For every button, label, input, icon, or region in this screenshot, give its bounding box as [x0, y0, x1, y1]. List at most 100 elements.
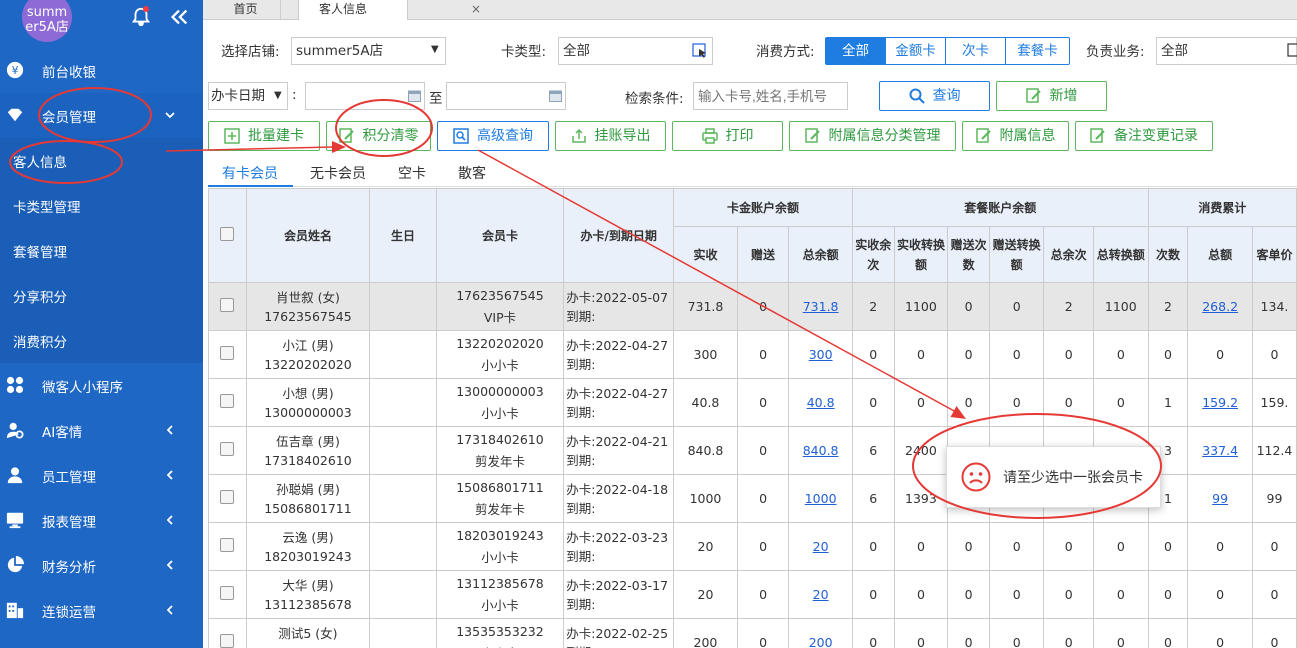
- consume-option-package[interactable]: 套餐卡: [1006, 38, 1069, 64]
- header-card[interactable]: 会员卡: [435, 188, 565, 283]
- attach-category-button[interactable]: 附属信息分类管理: [789, 121, 956, 151]
- member-name-cell[interactable]: 小想 (男) 13000000003: [245, 378, 371, 427]
- print-button[interactable]: 打印: [672, 121, 783, 151]
- sidebar-subitem-packages[interactable]: 套餐管理: [0, 228, 203, 273]
- member-name-cell[interactable]: 伍吉章 (男) 17318402610: [245, 426, 371, 475]
- cardtype-select[interactable]: 全部: [558, 37, 713, 65]
- value-cell[interactable]: 1000: [788, 474, 853, 523]
- sidebar-item-reports[interactable]: 报表管理: [0, 498, 203, 543]
- row-checkbox-cell[interactable]: [208, 426, 247, 475]
- row-checkbox[interactable]: [220, 634, 235, 648]
- close-icon[interactable]: ×: [471, 0, 481, 19]
- sidebar-subitem-customer-info[interactable]: 客人信息: [0, 138, 203, 183]
- subtab-no-card-members[interactable]: 无卡会员: [310, 163, 366, 183]
- value-link[interactable]: 20: [813, 539, 829, 554]
- header-col-0[interactable]: 实收: [673, 226, 738, 283]
- header-dates[interactable]: 办卡/到期日期: [563, 188, 675, 283]
- picker-icon[interactable]: [1287, 43, 1297, 59]
- picker-icon[interactable]: [692, 43, 708, 59]
- row-checkbox-cell[interactable]: [208, 474, 247, 523]
- card-cell[interactable]: 18203019243 小小卡: [435, 522, 565, 571]
- header-col-5[interactable]: 赠送次数: [947, 226, 990, 283]
- value-link[interactable]: 840.8: [803, 443, 839, 458]
- subtab-empty-card[interactable]: 空卡: [398, 163, 426, 183]
- search-input[interactable]: [693, 82, 848, 110]
- header-col-2[interactable]: 总余额: [788, 226, 853, 283]
- row-checkbox[interactable]: [220, 346, 235, 360]
- value-link[interactable]: 731.8: [803, 299, 839, 314]
- staff-select[interactable]: 全部: [1156, 37, 1297, 65]
- value-cell[interactable]: 20: [788, 570, 853, 619]
- value-cell[interactable]: 99: [1187, 474, 1253, 523]
- consume-option-count[interactable]: 次卡: [946, 38, 1006, 64]
- card-cell[interactable]: 17623567545 VIP卡: [435, 282, 565, 331]
- card-cell[interactable]: 15086801711 剪发年卡: [435, 474, 565, 523]
- table-row[interactable]: 小江 (男) 13220202020 13220202020 小小卡 办卡:2022-0…: [208, 330, 1297, 379]
- card-cell[interactable]: 17318402610 剪发年卡: [435, 426, 565, 475]
- value-cell[interactable]: 300: [788, 330, 853, 379]
- header-col-4[interactable]: 实收转换额: [893, 226, 949, 283]
- member-name-cell[interactable]: 云逸 (男) 18203019243: [245, 522, 371, 571]
- consume-option-amount[interactable]: 金额卡: [886, 38, 946, 64]
- value-cell[interactable]: 40.8: [788, 378, 853, 427]
- value-cell[interactable]: 337.4: [1187, 426, 1253, 475]
- row-checkbox[interactable]: [220, 586, 235, 600]
- row-checkbox[interactable]: [220, 490, 235, 504]
- add-button[interactable]: 新增: [996, 81, 1107, 111]
- batch-create-button[interactable]: 批量建卡: [208, 121, 320, 151]
- value-link[interactable]: 159.2: [1202, 395, 1238, 410]
- sidebar-item-ai[interactable]: AI客情: [0, 408, 203, 453]
- card-cell[interactable]: 13000000003 小小卡: [435, 378, 565, 427]
- row-checkbox[interactable]: [220, 442, 235, 456]
- value-link[interactable]: 200: [809, 635, 833, 648]
- row-checkbox[interactable]: [220, 394, 235, 408]
- header-birthday[interactable]: 生日: [369, 188, 437, 283]
- subtab-walk-in[interactable]: 散客: [458, 163, 486, 183]
- card-cell[interactable]: 13220202020 小小卡: [435, 330, 565, 379]
- header-col-7[interactable]: 总余次: [1043, 226, 1094, 283]
- value-cell[interactable]: 200: [788, 618, 853, 648]
- member-name-cell[interactable]: 大华 (男) 13112385678: [245, 570, 371, 619]
- value-cell[interactable]: 159.2: [1187, 378, 1253, 427]
- header-col-10[interactable]: 总额: [1187, 226, 1253, 283]
- table-row[interactable]: 小想 (男) 13000000003 13000000003 小小卡 办卡:2022-0…: [208, 378, 1297, 427]
- sidebar-item-cashier[interactable]: ¥ 前台收银: [0, 48, 203, 93]
- subtab-card-members[interactable]: 有卡会员: [222, 163, 278, 183]
- row-checkbox-cell[interactable]: [208, 570, 247, 619]
- advanced-search-button[interactable]: 高级查询: [437, 121, 549, 151]
- attach-info-button[interactable]: 附属信息: [962, 121, 1069, 151]
- row-checkbox-cell[interactable]: [208, 378, 247, 427]
- sidebar-item-chain[interactable]: 连锁运营: [0, 588, 203, 633]
- header-col-9[interactable]: 次数: [1147, 226, 1189, 283]
- calendar-icon[interactable]: [408, 90, 421, 102]
- sidebar-subitem-consume-points[interactable]: 消费积分: [0, 318, 203, 363]
- row-checkbox[interactable]: [220, 298, 235, 312]
- date-end-input[interactable]: [446, 82, 566, 110]
- date-start-input[interactable]: [305, 82, 425, 110]
- row-checkbox-cell[interactable]: [208, 282, 247, 331]
- sidebar-subitem-share-points[interactable]: 分享积分: [0, 273, 203, 318]
- value-link[interactable]: 1000: [805, 491, 837, 506]
- row-checkbox-cell[interactable]: [208, 618, 247, 648]
- row-checkbox-cell[interactable]: [208, 330, 247, 379]
- sidebar-item-mini-program[interactable]: 微客人小程序: [0, 363, 203, 408]
- header-col-3[interactable]: 实收余次: [851, 226, 895, 283]
- value-link[interactable]: 337.4: [1202, 443, 1238, 458]
- table-row[interactable]: 测试5 (女) 13535353232 13535353232 小小卡办卡:2022-…: [208, 618, 1297, 648]
- header-col-8[interactable]: 总转换额: [1092, 226, 1149, 283]
- tab-home[interactable]: 首页: [211, 0, 281, 20]
- table-row[interactable]: 肖世叙 (女) 17623567545 17623567545 VIP卡 办卡:2022…: [208, 282, 1297, 331]
- card-cell[interactable]: 13535353232 小小卡: [435, 618, 565, 648]
- sidebar-subitem-card-types[interactable]: 卡类型管理: [0, 183, 203, 228]
- tab-customer-info[interactable]: 客人信息 ×: [298, 0, 481, 20]
- member-name-cell[interactable]: 孙聪娟 (男) 15086801711: [245, 474, 371, 523]
- sidebar-item-finance[interactable]: 财务分析: [0, 543, 203, 588]
- value-link[interactable]: 268.2: [1202, 299, 1238, 314]
- value-link[interactable]: 20: [813, 587, 829, 602]
- member-name-cell[interactable]: 小江 (男) 13220202020: [245, 330, 371, 379]
- export-button[interactable]: 挂账导出: [555, 121, 666, 151]
- sidebar-item-member-mgmt[interactable]: 会员管理: [0, 93, 203, 138]
- row-checkbox[interactable]: [220, 538, 235, 552]
- select-all-checkbox[interactable]: [220, 227, 235, 241]
- value-link[interactable]: 300: [809, 347, 833, 362]
